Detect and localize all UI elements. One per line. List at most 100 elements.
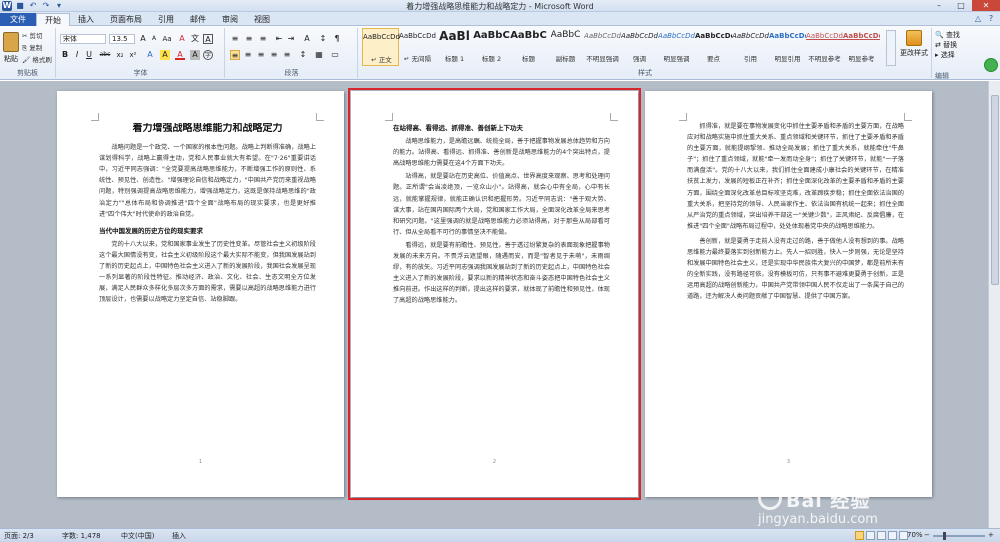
sort-button[interactable]: ↕ — [318, 34, 328, 44]
page-2[interactable]: 在站得高、看得远、抓得准、善创新上下功夫 战略思维能力，是高瞻远瞩、统揽全局，善… — [348, 88, 641, 500]
pinyin-button[interactable]: 文 — [190, 34, 200, 44]
tab-view[interactable]: 视图 — [246, 13, 278, 26]
tab-insert[interactable]: 插入 — [70, 13, 102, 26]
highlight-button[interactable]: A — [160, 50, 170, 60]
style-subtle-reference[interactable]: AaBbCcDd 不明显参考 — [806, 28, 843, 66]
font-name-select[interactable]: 宋体 — [60, 34, 106, 44]
grow-font-button[interactable]: A — [138, 34, 148, 44]
paste-button[interactable]: 粘贴 — [0, 54, 22, 64]
style-intense-quote[interactable]: AaBbCcDd 明显引用 — [769, 28, 806, 66]
decrease-indent-button[interactable]: ⇤ — [274, 34, 284, 44]
print-layout-view-button[interactable] — [855, 531, 864, 540]
cut-button[interactable]: ✂ 剪切 — [22, 30, 43, 40]
char-shading-button[interactable]: A — [190, 50, 200, 60]
text-effects-button[interactable]: A — [145, 50, 155, 60]
font-color-button[interactable]: A — [175, 50, 185, 60]
tab-page-layout[interactable]: 页面布局 — [102, 13, 150, 26]
style-intense-emphasis[interactable]: AaBbCcDd 明显强调 — [658, 28, 695, 66]
vertical-scrollbar[interactable] — [988, 81, 1000, 528]
style-intense-reference[interactable]: AaBbCcDd 明显参考 — [843, 28, 880, 66]
green-circle-icon[interactable] — [984, 58, 998, 72]
align-left-button[interactable]: ≡ — [230, 50, 240, 60]
zoom-slider[interactable] — [933, 532, 985, 540]
clear-format-button[interactable]: A — [177, 34, 187, 44]
shrink-font-button[interactable]: A — [149, 34, 159, 44]
zoom-out-button[interactable]: − — [924, 531, 930, 539]
style-heading-2[interactable]: AaBbC 标题 2 — [473, 28, 510, 66]
format-painter-label: 格式刷 — [32, 56, 52, 64]
multilevel-list-button[interactable]: ≡ — [258, 34, 268, 44]
align-right-button[interactable]: ≡ — [256, 50, 266, 60]
distributed-button[interactable]: ≡ — [282, 50, 292, 60]
copy-button[interactable]: ⎘ 复制 — [22, 42, 42, 53]
italic-button[interactable]: I — [72, 50, 82, 60]
font-size-select[interactable]: 13.5 — [109, 34, 135, 44]
undo-icon[interactable]: ↶ — [28, 1, 38, 11]
zoom-level[interactable]: 70% — [907, 531, 923, 539]
increase-indent-button[interactable]: ⇥ — [286, 34, 296, 44]
style-normal[interactable]: AaBbCcDd ↵ 正文 — [362, 28, 400, 66]
customize-qat-icon[interactable]: ▾ — [54, 1, 64, 11]
zoom-in-button[interactable]: + — [988, 531, 994, 539]
language[interactable]: 中文(中国) — [121, 531, 154, 541]
align-center-button[interactable]: ≡ — [243, 50, 253, 60]
maximize-button[interactable]: □ — [950, 0, 972, 11]
change-case-button[interactable]: Aa — [162, 34, 172, 44]
char-border-button[interactable]: A — [203, 34, 213, 44]
style-heading-1[interactable]: AaBl 标题 1 — [436, 28, 473, 66]
minimize-ribbon-icon[interactable]: △ — [973, 14, 983, 24]
borders-button[interactable]: ▭ — [330, 50, 340, 60]
page-count[interactable]: 页面: 2/3 — [4, 531, 34, 541]
subscript-button[interactable]: x₂ — [115, 50, 125, 60]
numbering-button[interactable]: ≡ — [244, 34, 254, 44]
show-marks-button[interactable]: ¶ — [332, 34, 342, 44]
style-no-spacing[interactable]: AaBbCcDd ↵ 无间隔 — [399, 28, 436, 66]
style-strong[interactable]: AaBbCcDd 要点 — [695, 28, 732, 66]
bullets-button[interactable]: ≡ — [230, 34, 240, 44]
underline-button[interactable]: U — [84, 50, 94, 60]
style-name: 明显参考 — [848, 55, 875, 63]
redo-icon[interactable]: ↷ — [41, 1, 51, 11]
font-group-label: 字体 — [133, 69, 148, 77]
style-preview: AaBbCcDd — [584, 32, 621, 40]
format-painter-button[interactable]: 🖌 格式刷 — [22, 54, 52, 64]
shading-button[interactable]: ▦ — [314, 50, 324, 60]
style-title[interactable]: AaBbC 标题 — [510, 28, 547, 66]
bold-button[interactable]: B — [60, 50, 70, 60]
enclose-char-button[interactable]: 字 — [203, 50, 213, 60]
word-logo-icon[interactable]: W — [2, 1, 12, 11]
chinese-layout-button[interactable]: A — [302, 34, 312, 44]
style-subtle-emphasis[interactable]: AaBbCcDd 不明显强调 — [584, 28, 621, 66]
superscript-button[interactable]: x² — [128, 50, 138, 60]
full-screen-view-button[interactable] — [866, 531, 875, 540]
tab-review[interactable]: 审阅 — [214, 13, 246, 26]
web-layout-view-button[interactable] — [877, 531, 886, 540]
tab-file[interactable]: 文件 — [0, 13, 36, 26]
tab-references[interactable]: 引用 — [150, 13, 182, 26]
style-subtitle[interactable]: AaBbC 副标题 — [547, 28, 584, 66]
save-icon[interactable]: ■ — [15, 1, 25, 11]
tab-home[interactable]: 开始 — [36, 13, 70, 26]
word-count[interactable]: 字数: 1,478 — [62, 531, 101, 541]
style-quote[interactable]: AaBbCcDd 引用 — [732, 28, 769, 66]
page-3[interactable]: 抓得准，就是要在事物发展变化中抓住主要矛盾和矛盾的主要方面，在战略应对和战略实施… — [645, 91, 932, 497]
document-area[interactable]: 着力增强战略思维能力和战略定力 战略问题是一个政党、一个国家的根本性问题。战略上… — [0, 81, 988, 528]
strikethrough-button[interactable]: abc — [98, 50, 112, 60]
tab-mailings[interactable]: 邮件 — [182, 13, 214, 26]
change-styles-button[interactable]: 更改样式 — [899, 30, 929, 58]
line-spacing-button[interactable]: ↕ — [298, 50, 308, 60]
find-button[interactable]: 🔍 查找 — [935, 30, 999, 40]
style-emphasis[interactable]: AaBbCcDd 强调 — [621, 28, 658, 66]
minimize-button[interactable]: – — [928, 0, 950, 11]
help-icon[interactable]: ? — [986, 14, 996, 24]
paste-icon[interactable] — [3, 32, 19, 52]
zoom-knob[interactable] — [943, 532, 946, 540]
insert-mode[interactable]: 插入 — [172, 531, 186, 541]
scroll-thumb[interactable] — [991, 95, 999, 285]
close-button[interactable]: ✕ — [972, 0, 1000, 11]
outline-view-button[interactable] — [888, 531, 897, 540]
replace-button[interactable]: ⇄ 替换 — [935, 40, 999, 50]
page-1[interactable]: 着力增强战略思维能力和战略定力 战略问题是一个政党、一个国家的根本性问题。战略上… — [57, 91, 344, 497]
styles-scroll[interactable] — [886, 30, 896, 66]
justify-button[interactable]: ≡ — [269, 50, 279, 60]
